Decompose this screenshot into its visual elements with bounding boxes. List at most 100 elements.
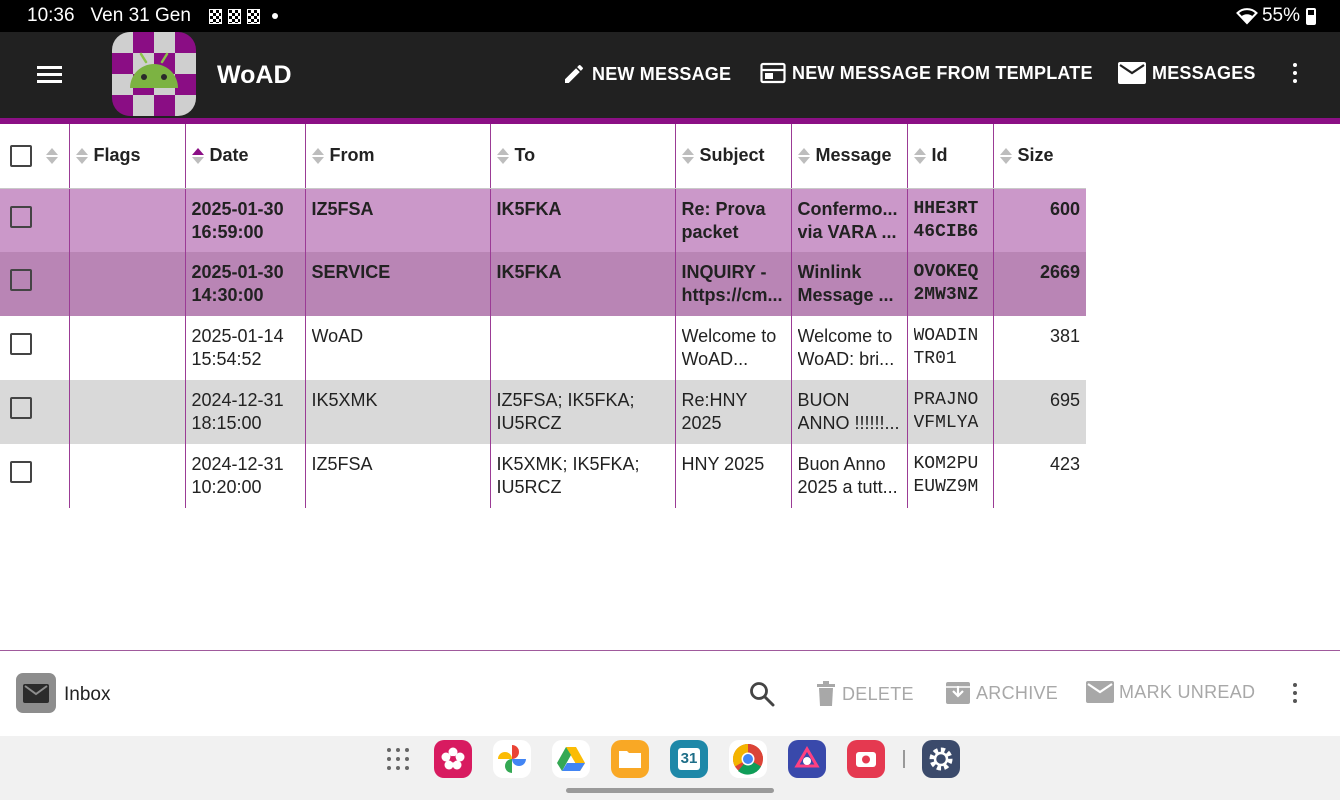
column-header-to[interactable]: To bbox=[489, 124, 675, 189]
mark-unread-button[interactable]: MARK UNREAD bbox=[1086, 681, 1255, 703]
column-header-date[interactable]: Date bbox=[184, 124, 305, 189]
wifi-icon bbox=[1236, 8, 1258, 25]
gear-icon bbox=[929, 747, 953, 771]
column-label: Message bbox=[815, 145, 892, 166]
home-indicator[interactable] bbox=[566, 788, 774, 793]
size-cell: 2669 bbox=[992, 252, 1086, 316]
sort-icon bbox=[999, 147, 1012, 164]
current-folder-label[interactable]: Inbox bbox=[64, 684, 110, 706]
subject-text: Re: Prova bbox=[681, 198, 766, 219]
inbox-folder-icon[interactable] bbox=[16, 673, 56, 713]
time-text: 18:15:00 bbox=[191, 413, 262, 433]
size-cell: 423 bbox=[992, 444, 1086, 508]
delete-button[interactable]: DELETE bbox=[815, 681, 914, 707]
calendar-app-icon[interactable]: 31 bbox=[670, 740, 708, 778]
row-checkbox[interactable] bbox=[10, 333, 32, 355]
table-row[interactable]: 2024-12-31 10:20:00 IZ5FSA IK5XMK; IK5FKA… bbox=[0, 444, 1086, 508]
row-checkbox[interactable] bbox=[10, 397, 32, 419]
subject-cell: Re:HNY 2025 bbox=[674, 380, 791, 444]
archive-icon bbox=[946, 682, 970, 704]
from-cell: SERVICE bbox=[304, 252, 490, 316]
to-cell bbox=[489, 316, 675, 380]
row-checkbox[interactable] bbox=[10, 269, 32, 291]
search-icon[interactable] bbox=[749, 681, 775, 707]
trash-icon bbox=[817, 681, 835, 706]
from-text: IZ5FSA bbox=[311, 198, 374, 219]
delete-label: DELETE bbox=[842, 683, 914, 704]
table-row[interactable]: 2025-01-30 16:59:00 IZ5FSA IK5FKA Re: Pro… bbox=[0, 188, 1086, 252]
date-text: 2024-12-31 bbox=[191, 454, 284, 474]
message-text: Message ... bbox=[797, 285, 894, 305]
messages-button[interactable]: MESSAGES bbox=[1118, 62, 1256, 84]
column-header-id[interactable]: Id bbox=[906, 124, 993, 189]
settings-app-icon[interactable] bbox=[922, 740, 960, 778]
app-drawer-icon[interactable] bbox=[386, 747, 410, 771]
column-label: To bbox=[514, 145, 536, 166]
date-text: 2025-01-14 bbox=[191, 326, 284, 346]
size-cell: 381 bbox=[992, 316, 1086, 380]
drive-app-icon[interactable] bbox=[552, 740, 590, 778]
subject-cell: Re: Prova packet bbox=[674, 188, 791, 252]
status-bar: 10:36 Ven 31 Gen 55% bbox=[0, 0, 1340, 32]
message-cell: Welcome to WoAD: bri... bbox=[790, 316, 907, 380]
time-text: 10:20:00 bbox=[191, 477, 262, 497]
overflow-menu-icon[interactable] bbox=[1292, 63, 1298, 85]
mail-icon bbox=[23, 684, 49, 703]
new-message-from-template-button[interactable]: NEW MESSAGE FROM TEMPLATE bbox=[760, 62, 1093, 84]
archive-button[interactable]: ARCHIVE bbox=[945, 681, 1058, 705]
date-cell: 2024-12-31 18:15:00 bbox=[184, 380, 305, 444]
date-text: 2024-12-31 bbox=[191, 390, 284, 410]
pinwheel-icon bbox=[498, 745, 526, 773]
column-header-flags[interactable]: Flags bbox=[68, 124, 185, 189]
subject-cell: Welcome to WoAD... bbox=[674, 316, 791, 380]
subject-cell: INQUIRY - https://cm... bbox=[674, 252, 791, 316]
gallery-app-icon[interactable] bbox=[434, 740, 472, 778]
battery-percent: 55% bbox=[1261, 5, 1300, 26]
to-text: IU5RCZ bbox=[496, 413, 562, 433]
new-message-label: NEW MESSAGE bbox=[592, 63, 732, 84]
table-row[interactable]: 2025-01-14 15:54:52 WoAD Welcome to WoAD..… bbox=[0, 316, 1086, 380]
column-header-size[interactable]: Size bbox=[992, 124, 1086, 189]
column-header-message[interactable]: Message bbox=[790, 124, 907, 189]
battery-icon bbox=[1306, 7, 1316, 25]
table-row[interactable]: 2024-12-31 18:15:00 IK5XMK IZ5FSA; IK5FKA… bbox=[0, 380, 1086, 444]
time-text: 15:54:52 bbox=[191, 349, 262, 369]
to-cell: IK5XMK; IK5FKA; IU5RCZ bbox=[489, 444, 675, 508]
files-app-icon[interactable] bbox=[611, 740, 649, 778]
row-select-cell bbox=[0, 252, 69, 316]
new-message-button[interactable]: NEW MESSAGE bbox=[562, 62, 731, 86]
row-checkbox[interactable] bbox=[10, 461, 32, 483]
column-header-subject[interactable]: Subject bbox=[674, 124, 791, 189]
sort-icon bbox=[311, 147, 324, 164]
calendar-day: 31 bbox=[680, 750, 698, 767]
photos-app-icon[interactable] bbox=[493, 740, 531, 778]
app-store-icon[interactable] bbox=[788, 740, 826, 778]
chequered-flag-icon bbox=[246, 8, 260, 24]
date-cell: 2025-01-30 14:30:00 bbox=[184, 252, 305, 316]
row-select-cell bbox=[0, 380, 69, 444]
screen-recorder-app-icon[interactable] bbox=[847, 740, 885, 778]
table-row[interactable]: 2025-01-30 14:30:00 SERVICE IK5FKA INQUIR… bbox=[0, 252, 1086, 316]
mail-icon bbox=[1086, 681, 1114, 703]
mail-icon bbox=[1118, 62, 1146, 84]
menu-icon[interactable] bbox=[37, 66, 62, 84]
table-header: Flags Date From To Subject Message Id Si… bbox=[0, 124, 1086, 189]
message-cell: Confermo... via VARA ... bbox=[790, 188, 907, 252]
to-cell: IK5FKA bbox=[489, 188, 675, 252]
bottom-action-bar: Inbox DELETE ARCHIVE MARK UNREAD bbox=[0, 651, 1340, 736]
chrome-app-icon[interactable] bbox=[729, 740, 767, 778]
row-checkbox[interactable] bbox=[10, 205, 32, 228]
size-cell: 600 bbox=[992, 188, 1086, 252]
subject-text: https://cm... bbox=[681, 285, 783, 305]
column-label: Subject bbox=[699, 145, 765, 166]
system-dock: 31 bbox=[0, 736, 1340, 800]
select-all-checkbox[interactable] bbox=[10, 144, 32, 167]
subject-text: INQUIRY - bbox=[681, 262, 767, 282]
messages-label: MESSAGES bbox=[1152, 62, 1256, 83]
new-message-from-template-label: NEW MESSAGE FROM TEMPLATE bbox=[792, 62, 1093, 83]
column-header-from[interactable]: From bbox=[304, 124, 490, 189]
bottom-overflow-menu-icon[interactable] bbox=[1292, 683, 1298, 705]
id-cell: OVOKEQ 2MW3NZ bbox=[906, 252, 993, 316]
select-all-cell bbox=[0, 124, 69, 189]
sort-icon[interactable] bbox=[46, 147, 58, 164]
